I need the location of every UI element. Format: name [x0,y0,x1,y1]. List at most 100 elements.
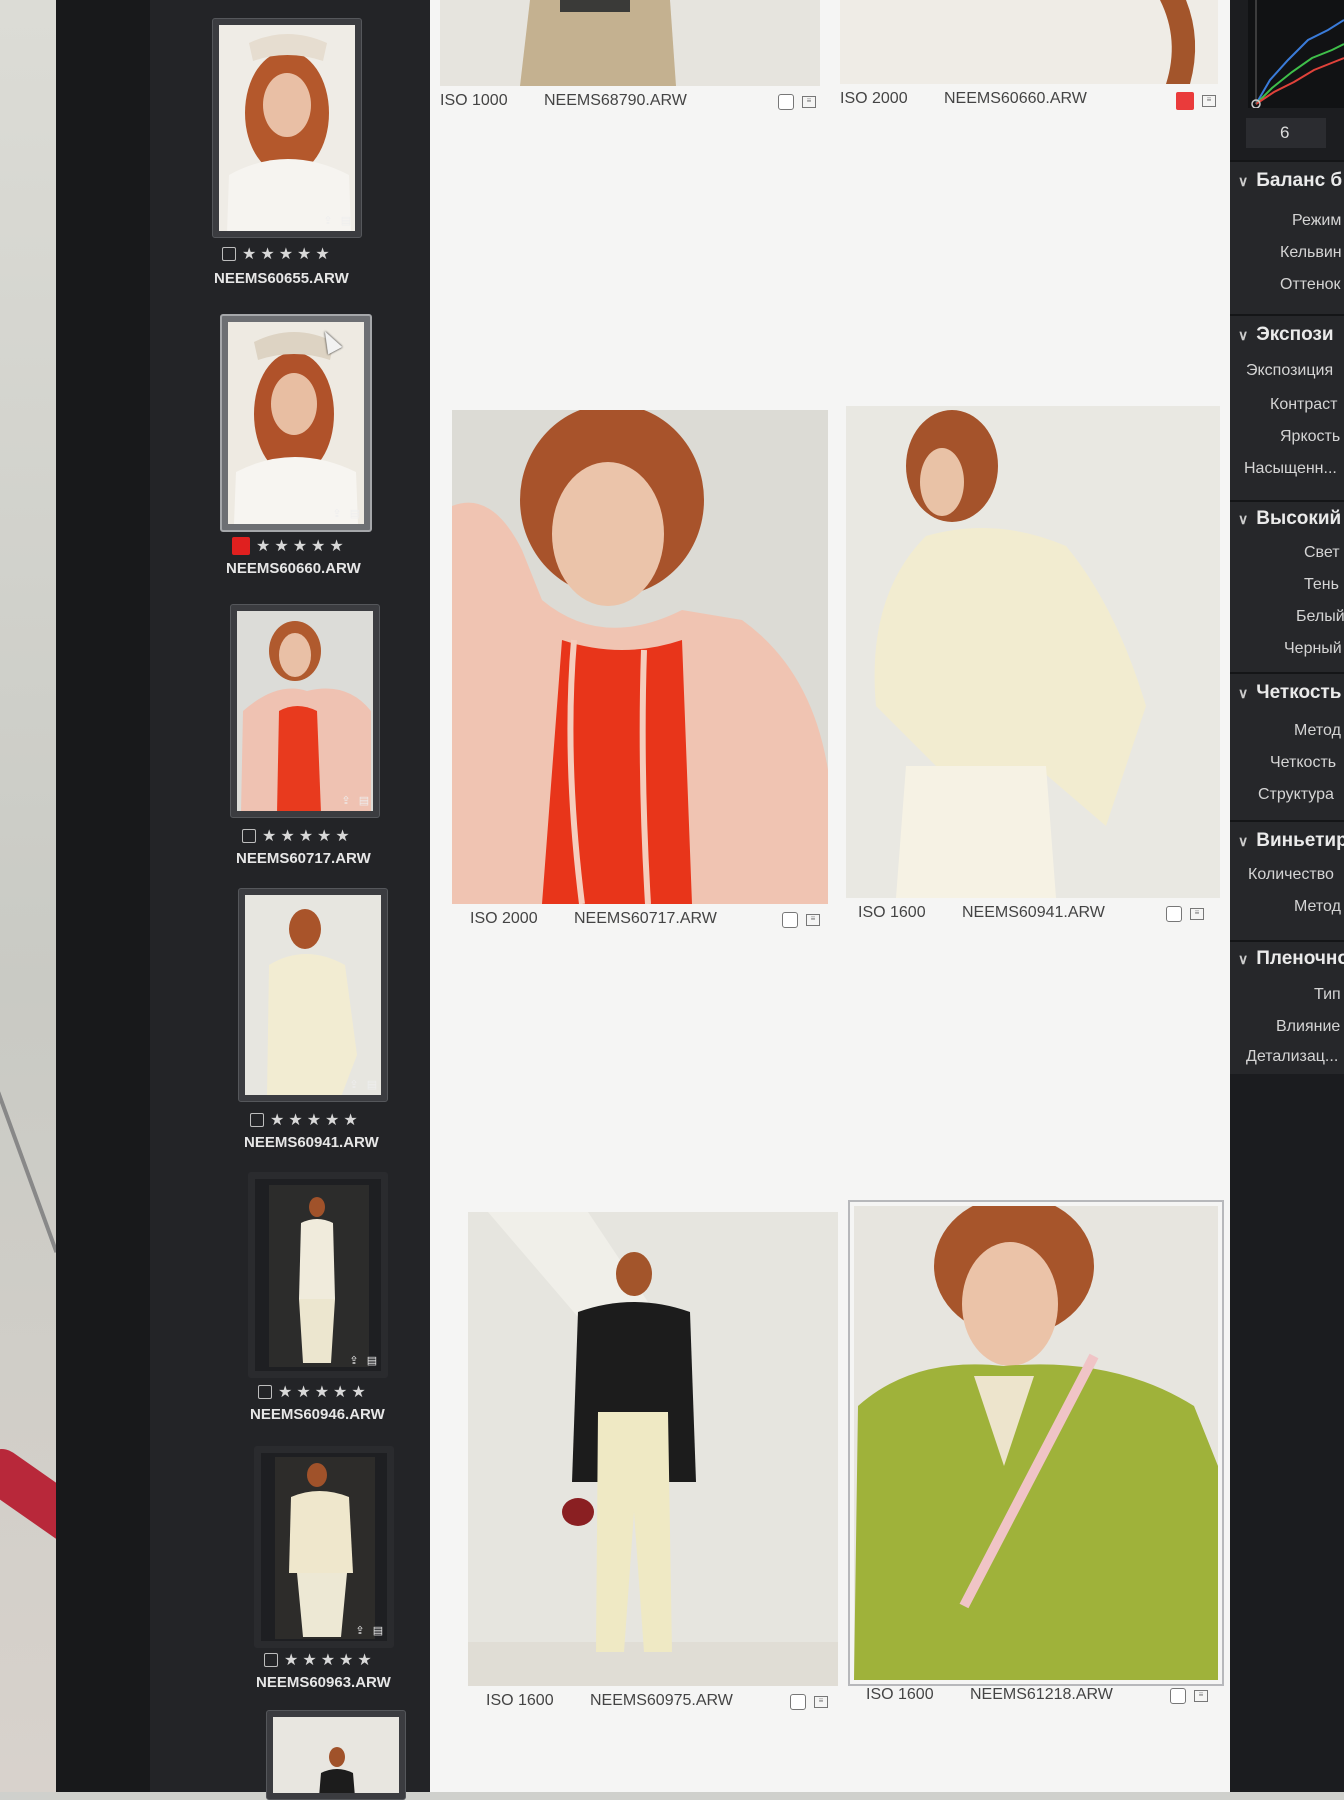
metadata-icon[interactable]: ≡ [1202,95,1216,107]
label-checkbox[interactable] [778,94,794,110]
section-title[interactable]: Экспози [1256,324,1333,345]
filmstrip[interactable]: ⇪ ▤ ★★★★★ NEEMS60655.ARW ⇪ ▤ ★★★★★ NEEMS… [150,0,430,1800]
color-label-red[interactable] [1176,92,1194,110]
thumbnail-filename: NEEMS60963.ARW [256,1674,391,1691]
metadata-icon[interactable]: ≡ [802,96,816,108]
metadata-icon[interactable]: ≡ [1194,1690,1208,1702]
chevron-down-icon[interactable]: ∨ [1238,511,1248,528]
thumbnail-frame[interactable]: ⇪ ▤ [248,1172,388,1378]
chevron-down-icon[interactable]: ∨ [1238,327,1248,344]
star-rating[interactable]: ★★★★★ [242,244,334,264]
section-title[interactable]: Виньетир [1256,830,1344,851]
grid-tile[interactable]: ISO 1000 NEEMS68790.ARW ≡ [440,0,820,120]
label-checkbox[interactable] [242,829,256,843]
label-checkbox[interactable] [1170,1688,1186,1704]
grid-photo[interactable] [848,1200,1224,1686]
grid-photo[interactable] [468,1212,838,1686]
label-checkbox[interactable] [250,1113,264,1127]
filmstrip-item-selected[interactable]: ⇪ ▤ ★★★★★ NEEMS60660.ARW [220,314,372,577]
grid-tile[interactable]: ISO 2000 NEEMS60717.ARW ≡ [452,410,832,930]
grid-photo[interactable] [452,410,828,904]
section-film-grain[interactable]: ∨ Пленочно Тип Влияние Детализац... [1230,940,1344,1076]
thumbnail-frame[interactable]: ⇪ ▤ [220,314,372,532]
filmstrip-item[interactable]: ⇪ ▤ ★★★★★ NEEMS60946.ARW [248,1172,400,1423]
thumbnail-frame[interactable]: ⇪ ▤ [212,18,362,238]
monitor-bezel: LG [56,0,184,1792]
tile-caption: ISO 1000 NEEMS68790.ARW [440,92,687,110]
adjustment-label: Тип [1314,986,1341,1003]
thumbnail-image[interactable] [273,1717,399,1793]
star-rating[interactable]: ★★★★★ [262,826,354,846]
section-clarity[interactable]: ∨ Четкость Метод Четкость Структура [1230,672,1344,820]
thumbnail-frame[interactable] [266,1710,406,1800]
tile-filename: NEEMS60941.ARW [962,904,1105,921]
star-rating[interactable]: ★★★★★ [270,1110,362,1130]
thumbnail-image[interactable] [261,1453,387,1641]
upload-icon[interactable]: ⇪ [347,1355,361,1367]
upload-icon[interactable]: ⇪ [339,795,353,807]
metadata-icon[interactable]: ≡ [814,1696,828,1708]
metadata-icon[interactable]: ≡ [1190,908,1204,920]
star-rating[interactable]: ★★★★★ [284,1650,376,1670]
thumbnail-image[interactable] [245,895,381,1095]
star-rating[interactable]: ★★★★★ [256,536,348,556]
adjustments-panel[interactable]: 6 ∨ Баланс б Режим Кельвин Оттенок ∨ Экспо… [1230,0,1344,1792]
section-title[interactable]: Четкость [1256,682,1341,703]
grid-photo[interactable] [440,0,820,86]
section-vignetting[interactable]: ∨ Виньетир Количество Метод [1230,820,1344,940]
filmstrip-item[interactable]: ⇪ ▤ ★★★★★ NEEMS60717.ARW [230,604,382,867]
chevron-down-icon[interactable]: ∨ [1238,173,1248,190]
metadata-icon[interactable]: ▤ [357,795,371,807]
tile-caption: ISO 2000 NEEMS60660.ARW [840,90,1087,108]
label-checkbox[interactable] [1166,906,1182,922]
grid-tile[interactable]: ISO 1600 NEEMS60941.ARW ≡ [846,406,1226,926]
label-checkbox[interactable] [782,912,798,928]
star-rating[interactable]: ★★★★★ [278,1382,370,1402]
label-checkbox[interactable] [790,1694,806,1710]
metadata-icon[interactable]: ▤ [339,215,353,227]
upload-icon[interactable]: ⇪ [330,508,344,520]
metadata-icon[interactable]: ▤ [348,508,362,520]
thumbnail-image[interactable] [219,25,355,231]
metadata-icon[interactable]: ▤ [365,1355,379,1367]
grid-photo[interactable] [846,406,1220,898]
upload-icon[interactable]: ⇪ [321,215,335,227]
grid-tile[interactable]: ISO 1600 NEEMS60975.ARW ≡ [468,1212,848,1712]
thumbnail-image[interactable] [237,611,373,811]
metadata-icon[interactable]: ▤ [365,1079,379,1091]
section-title[interactable]: Высокий [1256,508,1341,529]
section-exposure[interactable]: ∨ Экспози Экспозиция Контраст Яркость Нас… [1230,314,1344,500]
filmstrip-item[interactable]: ⇪ ▤ ★★★★★ NEEMS60941.ARW [238,888,390,1151]
grid-tile[interactable]: ISO 2000 NEEMS60660.ARW ≡ [840,0,1220,120]
filmstrip-item[interactable] [266,1710,406,1800]
section-title[interactable]: Баланс б [1256,170,1342,191]
chevron-down-icon[interactable]: ∨ [1238,833,1248,850]
section-highlight[interactable]: ∨ Высокий Свет Тень Белый Черный [1230,500,1344,672]
filmstrip-item[interactable]: ⇪ ▤ ★★★★★ NEEMS60963.ARW [254,1446,406,1696]
rating-row: ★★★★★ [222,244,334,264]
histogram-value[interactable]: 6 [1246,118,1326,148]
tile-filename: NEEMS60975.ARW [590,1692,733,1709]
thumbnail-frame[interactable]: ⇪ ▤ [238,888,388,1102]
metadata-icon[interactable]: ▤ [371,1625,385,1637]
chevron-down-icon[interactable]: ∨ [1238,951,1248,968]
thumbnail-frame[interactable]: ⇪ ▤ [254,1446,394,1648]
tile-caption: ISO 1600 NEEMS60941.ARW [858,904,1105,922]
upload-icon[interactable]: ⇪ [353,1625,367,1637]
section-title[interactable]: Пленочно [1256,948,1344,969]
metadata-icon[interactable]: ≡ [806,914,820,926]
chevron-down-icon[interactable]: ∨ [1238,685,1248,702]
thumbnail-image[interactable] [228,322,364,524]
label-checkbox[interactable] [264,1653,278,1667]
color-label-red[interactable] [232,537,250,555]
label-checkbox[interactable] [222,247,236,261]
grid-tile-highlighted[interactable]: ISO 1600 NEEMS61218.ARW ≡ [848,1200,1234,1706]
section-white-balance[interactable]: ∨ Баланс б Режим Кельвин Оттенок [1230,160,1344,314]
label-checkbox[interactable] [258,1385,272,1399]
grid-photo[interactable] [840,0,1218,84]
upload-icon[interactable]: ⇪ [347,1079,361,1091]
thumbnail-frame[interactable]: ⇪ ▤ [230,604,380,818]
filmstrip-item[interactable]: ⇪ ▤ ★★★★★ NEEMS60655.ARW [212,18,364,287]
browser-grid[interactable]: ISO 1000 NEEMS68790.ARW ≡ ISO 2000 NEEMS… [430,0,1230,1792]
thumbnail-image[interactable] [255,1179,381,1371]
